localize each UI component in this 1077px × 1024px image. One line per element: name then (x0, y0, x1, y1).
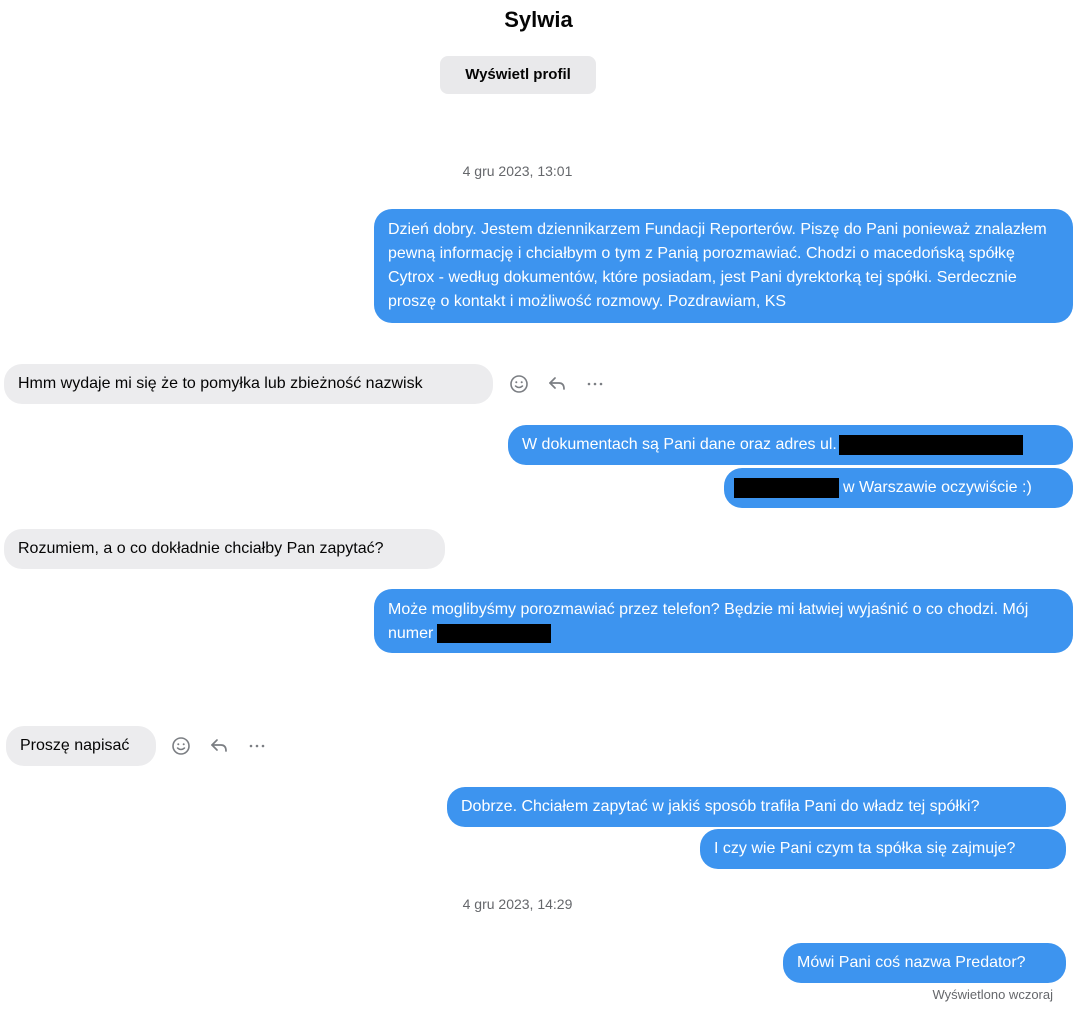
outgoing-message[interactable]: Dzień dobry. Jestem dziennikarzem Fundac… (374, 209, 1073, 323)
redacted-address (734, 477, 839, 498)
message-text: Rozumiem, a o co dokładnie chciałby Pan … (18, 540, 384, 557)
message-text: Mówi Pani coś nazwa Predator? (797, 954, 1026, 971)
incoming-message[interactable]: Proszę napisać (6, 726, 156, 766)
redacted-address (838, 434, 1023, 455)
smiley-icon[interactable] (508, 373, 530, 395)
seen-status: Wyświetlono wczoraj (932, 987, 1053, 1002)
message-text: Hmm wydaje mi się że to pomyłka lub zbie… (18, 375, 423, 392)
incoming-message[interactable]: Hmm wydaje mi się że to pomyłka lub zbie… (4, 364, 493, 404)
message-text: Dobrze. Chciałem zapytać w jakiś sposób … (461, 798, 980, 815)
outgoing-message[interactable]: I czy wie Pani czym ta spółka się zajmuj… (700, 829, 1066, 869)
conversation-title: Sylwia (504, 7, 573, 32)
outgoing-message[interactable]: Może moglibyśmy porozmawiać przez telefo… (374, 589, 1073, 653)
message-text: W dokumentach są Pani dane oraz adres ul… (522, 436, 837, 453)
reply-arrow-icon[interactable] (208, 735, 230, 757)
timestamp: 4 gru 2023, 13:01 (462, 163, 573, 179)
message-text: I czy wie Pani czym ta spółka się zajmuj… (714, 840, 1016, 857)
more-dots-icon[interactable] (246, 735, 268, 757)
outgoing-message[interactable]: W dokumentach są Pani dane oraz adres ul… (508, 425, 1073, 465)
redacted-phone-number (437, 624, 552, 644)
view-profile-button[interactable]: Wyświetl profil (440, 56, 596, 94)
reply-arrow-icon[interactable] (546, 373, 568, 395)
outgoing-message[interactable]: w Warszawie oczywiście :) (724, 468, 1073, 508)
outgoing-message[interactable]: Mówi Pani coś nazwa Predator? (783, 943, 1066, 983)
message-text: w Warszawie oczywiście :) (843, 479, 1032, 496)
more-dots-icon[interactable] (584, 373, 606, 395)
smiley-icon[interactable] (170, 735, 192, 757)
message-text: Proszę napisać (20, 737, 130, 754)
timestamp: 4 gru 2023, 14:29 (462, 896, 573, 912)
outgoing-message[interactable]: Dobrze. Chciałem zapytać w jakiś sposób … (447, 787, 1066, 827)
incoming-message[interactable]: Rozumiem, a o co dokładnie chciałby Pan … (4, 529, 445, 569)
message-text: Dzień dobry. Jestem dziennikarzem Fundac… (388, 221, 1047, 310)
